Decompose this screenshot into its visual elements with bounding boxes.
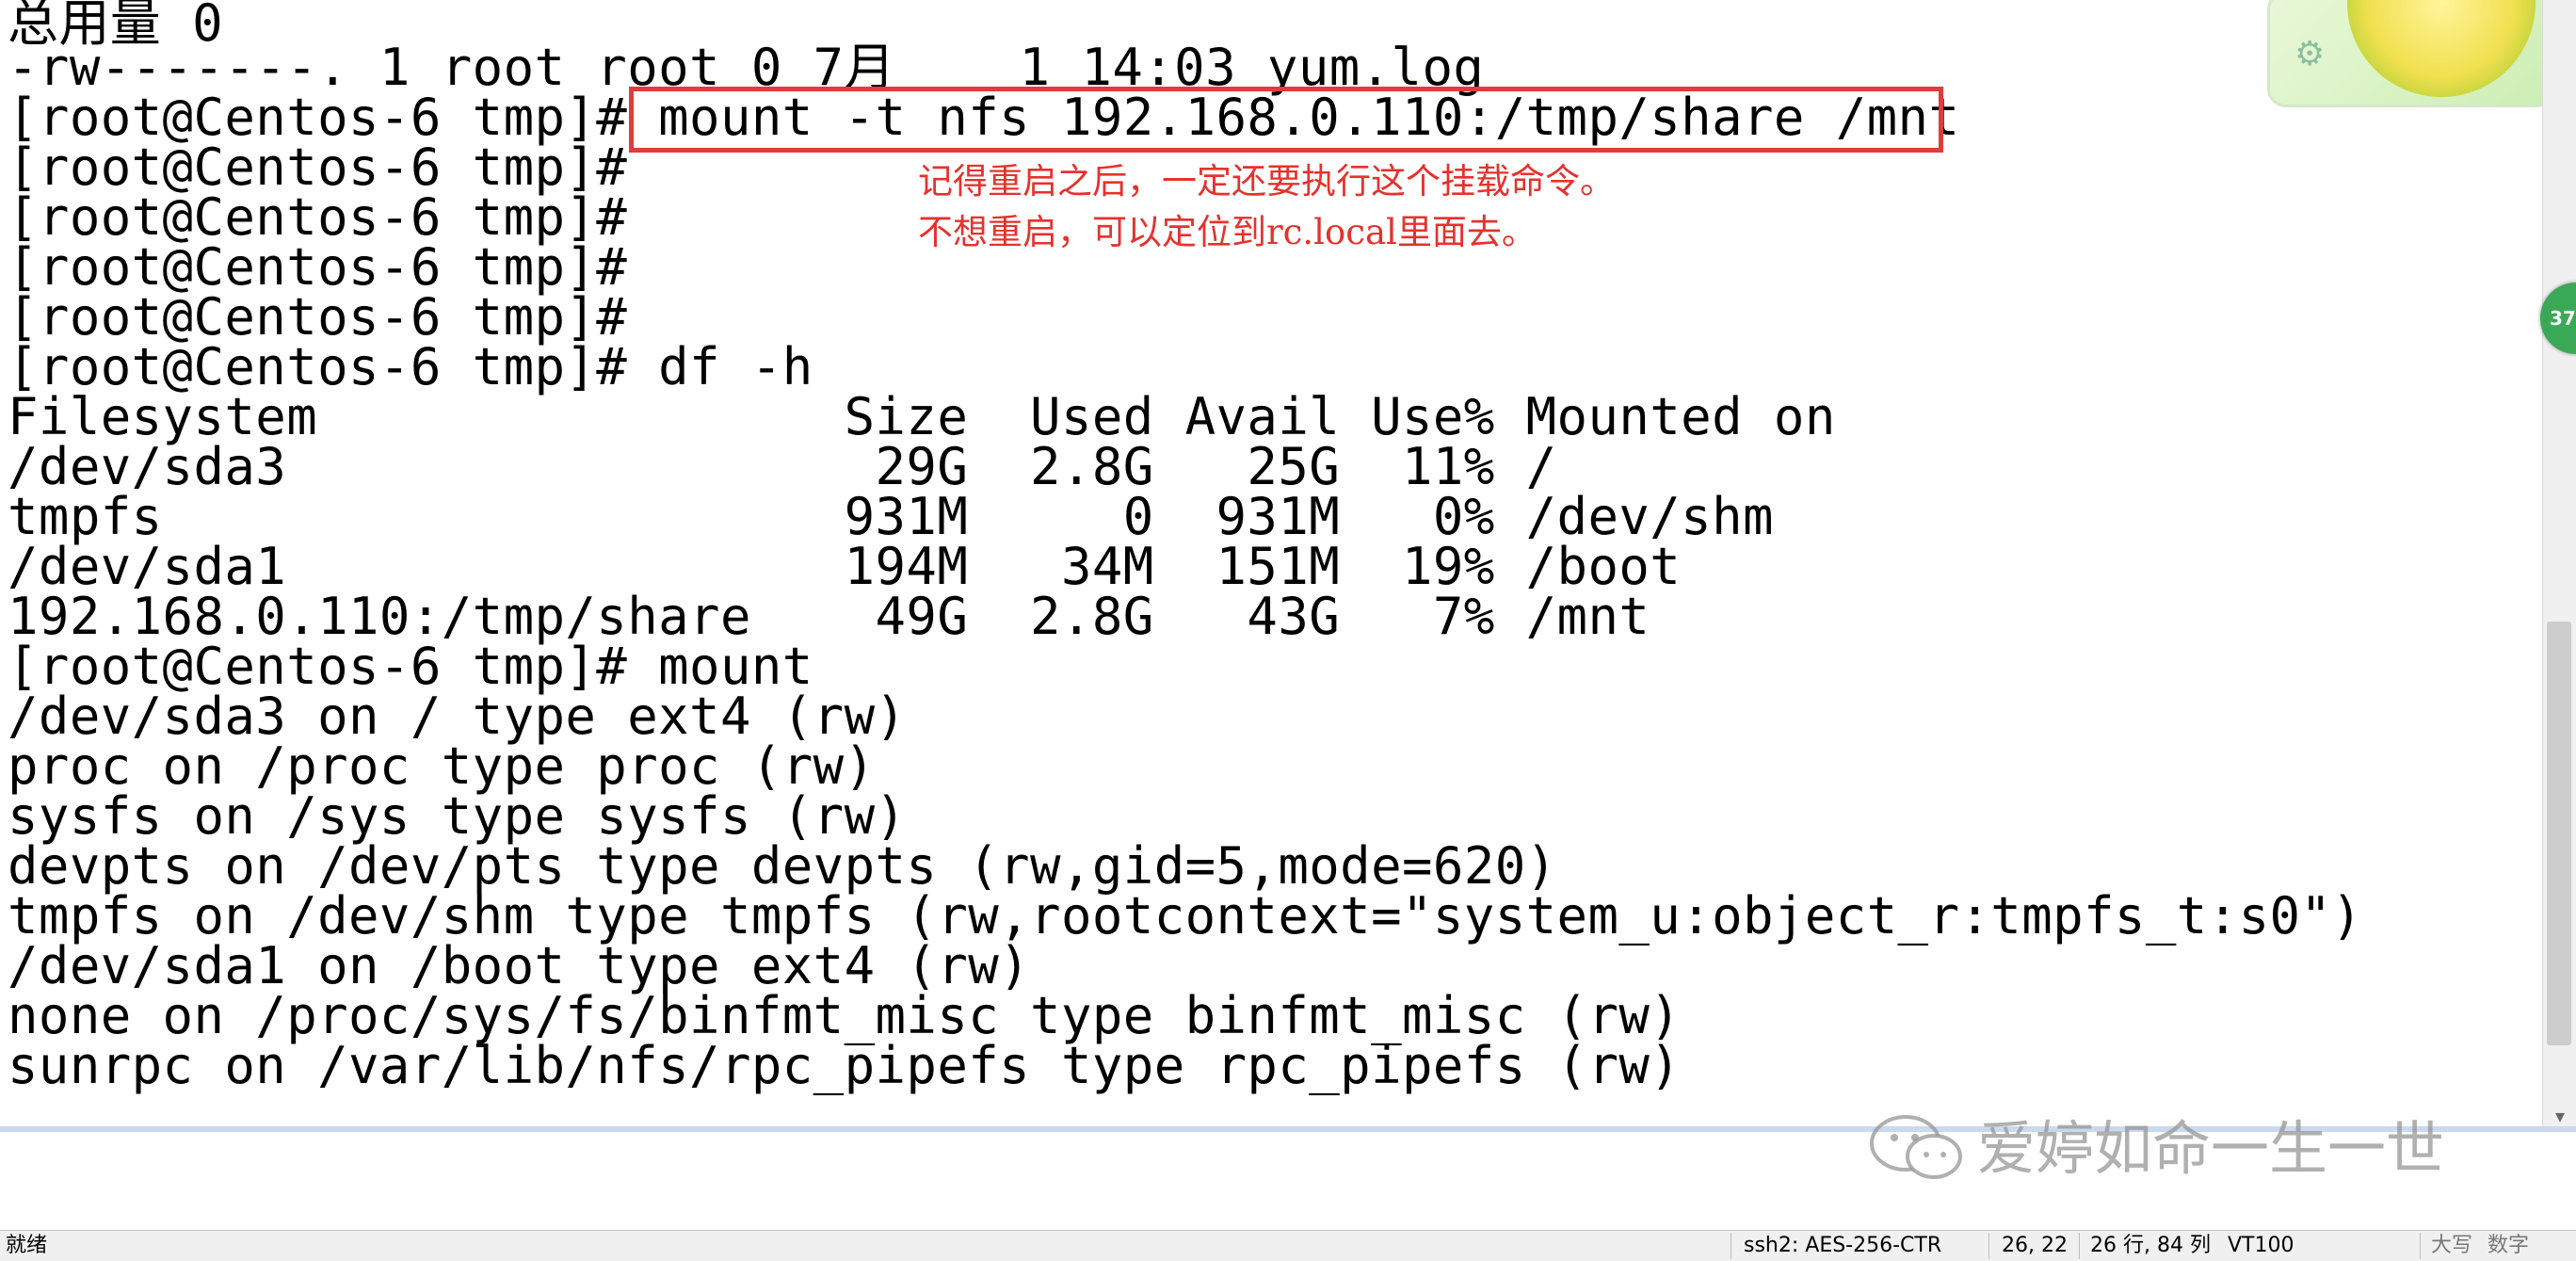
terminal-line: [root@Centos-6 tmp]# [8,287,628,347]
status-ready: 就绪 [6,1234,48,1257]
terminal-line: sysfs on /sys type sysfs (rw) [8,786,907,846]
terminal-line: [root@Centos-6 tmp]# mount [8,637,813,696]
annotation-note: 记得重启之后，一定还要执行这个挂载命令。 不想重启，可以定位到rc.local里… [918,156,1615,258]
status-terminal-type: VT100 [2228,1234,2294,1257]
terminal-line: -rw-------. 1 root root 0 7月 1 14:03 yum… [8,38,1485,97]
terminal-line: /dev/sda3 on / type ext4 (rw) [8,687,907,746]
status-separator [1988,1233,1989,1259]
terminal-line: [root@Centos-6 tmp]# [8,137,628,197]
terminal-line: [root@Centos-6 tmp]# df -h [8,337,813,396]
vertical-scrollbar[interactable]: ▾ [2542,0,2576,1130]
terminal-line: none on /proc/sys/fs/binfmt_misc type bi… [8,986,1682,1045]
status-terminal-size: 26 行, 84 列 [2090,1234,2211,1257]
lemon-image [2347,0,2536,97]
status-cursor-position: 26, 22 [2002,1234,2068,1257]
annotation-line-2: 不想重启，可以定位到rc.local里面去。 [918,212,1537,252]
terminal-line: [root@Centos-6 tmp]# [8,237,628,297]
terminal-line: Filesystem Size Used Avail Use% Mounted … [8,387,1836,446]
annotation-line-1: 记得重启之后，一定还要执行这个挂载命令。 [918,161,1615,202]
terminal-output[interactable]: 总用量 0 -rw-------. 1 root root 0 7月 1 14:… [0,0,2542,1126]
terminal-line: /dev/sda1 194M 34M 151M 19% /boot [8,537,1682,596]
status-caps-lock: 大写 [2431,1234,2473,1257]
status-cipher: ssh2: AES-256-CTR [1744,1234,1942,1257]
status-num-lock: 数字 [2487,1234,2530,1257]
gear-icon: ⚙ [2294,35,2326,73]
scrollbar-thumb[interactable] [2547,622,2571,1045]
status-bar: 就绪 ssh2: AES-256-CTR 26, 22 26 行, 84 列 V… [0,1230,2576,1261]
terminal-line: tmpfs 931M 0 931M 0% /dev/shm [8,487,1774,546]
terminal-line: [root@Centos-6 tmp]# [8,187,628,247]
terminal-line: 192.168.0.110:/tmp/share 49G 2.8G 43G 7%… [8,587,1650,646]
terminal-line: proc on /proc type proc (rw) [8,736,876,796]
terminal-line: devpts on /dev/pts type devpts (rw,gid=5… [8,836,1557,896]
terminal-line: /dev/sda1 on /boot type ext4 (rw) [8,936,1031,995]
status-separator [2420,1233,2421,1259]
terminal-line: sunrpc on /var/lib/nfs/rpc_pipefs type r… [8,1036,1682,1095]
status-separator [2079,1233,2080,1259]
terminal-line: /dev/sda3 29G 2.8G 25G 11% / [8,437,1557,496]
wechat-logo-icon [1870,1115,1962,1179]
terminal-line: [root@Centos-6 tmp]# mount -t nfs 192.16… [8,88,1960,147]
terminal-line: tmpfs on /dev/shm type tmpfs (rw,rootcon… [8,886,2363,946]
decorative-widget: ⚙ [2267,0,2555,107]
watermark-text: 爱婷如命一生一世 [1977,1114,2445,1183]
